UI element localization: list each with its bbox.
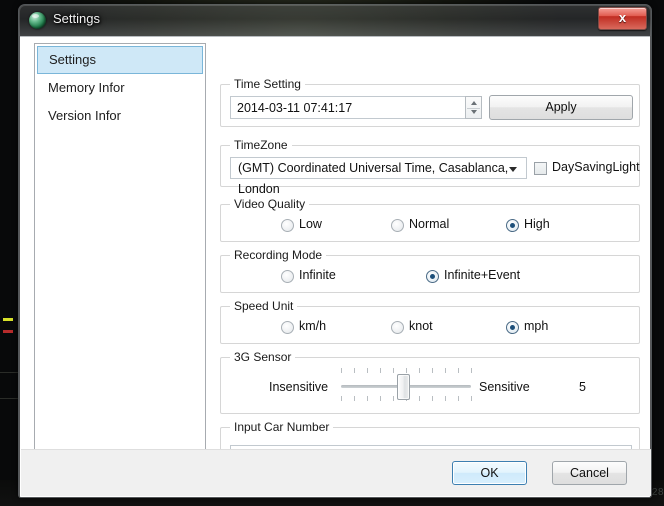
- close-icon: x: [618, 10, 627, 25]
- group-legend: TimeZone: [230, 138, 292, 152]
- timezone-selected-value: (GMT) Coordinated Universal Time, Casabl…: [238, 161, 509, 196]
- radio-indicator: [281, 219, 294, 232]
- group-g-sensor: 3G Sensor Insensitive Sensitive 5: [220, 350, 640, 414]
- sidebar-item-label: Memory Infor: [48, 80, 125, 95]
- slider-ticks-top: [341, 368, 472, 373]
- sidebar-item-label: Settings: [49, 52, 96, 67]
- settings-window: Settings x Settings Memory Infor Version…: [18, 4, 652, 498]
- slider-tick: [367, 396, 368, 401]
- close-button[interactable]: x: [598, 7, 647, 30]
- sidebar-nav: Settings Memory Infor Version Infor: [34, 43, 206, 471]
- radio-label: High: [524, 217, 550, 231]
- radio-label: Infinite+Event: [444, 268, 521, 282]
- slider-tick: [341, 396, 342, 401]
- dialog-footer: OK Cancel: [21, 449, 651, 496]
- g-sensor-slider-thumb[interactable]: [397, 374, 410, 400]
- g-sensor-value: 5: [579, 380, 586, 394]
- group-video-quality: Video Quality Low Normal High: [220, 197, 640, 242]
- radio-label: knot: [409, 319, 433, 333]
- chevron-down-icon: [509, 167, 517, 172]
- slider-tick: [393, 396, 394, 401]
- radio-indicator: [391, 321, 404, 334]
- group-speed-unit: Speed Unit km/h knot mph: [220, 299, 640, 344]
- slider-tick: [354, 368, 355, 373]
- radio-label: Normal: [409, 217, 450, 231]
- bg-line-2: [0, 398, 18, 399]
- radio-label: Infinite: [299, 268, 336, 282]
- chevron-up-icon: [470, 101, 477, 105]
- slider-tick: [458, 368, 459, 373]
- slider-tick: [419, 396, 420, 401]
- g-sensor-min-label: Insensitive: [269, 380, 329, 394]
- slider-tick: [341, 368, 342, 373]
- window-title: Settings: [53, 11, 100, 26]
- radio-indicator: [506, 219, 519, 232]
- radio-indicator: [281, 270, 294, 283]
- radio-label: mph: [524, 319, 549, 333]
- radio-indicator: [391, 219, 404, 232]
- radio-indicator: [281, 321, 294, 334]
- sidebar-item-version-infor[interactable]: Version Infor: [35, 102, 205, 130]
- radio-indicator: [506, 321, 519, 334]
- globe-icon: [29, 12, 46, 29]
- sidebar-item-settings[interactable]: Settings: [37, 46, 203, 74]
- group-legend: Input Car Number: [230, 420, 334, 434]
- day-saving-light-label: DaySavingLight: [552, 160, 640, 174]
- client-area: Settings Memory Infor Version Infor Time…: [20, 36, 651, 497]
- slider-tick: [445, 396, 446, 401]
- timezone-select[interactable]: (GMT) Coordinated Universal Time, Casabl…: [230, 157, 527, 196]
- slider-tick: [367, 368, 368, 373]
- group-legend: Video Quality: [230, 197, 310, 211]
- slider-tick: [471, 396, 472, 401]
- bg-line-1: [0, 372, 18, 373]
- slider-tick: [432, 368, 433, 373]
- stepper-divider: [467, 107, 480, 109]
- g-sensor-max-label: Sensitive: [479, 380, 530, 394]
- radio-label: Low: [299, 217, 322, 231]
- group-legend: 3G Sensor: [230, 350, 296, 364]
- ok-button[interactable]: OK: [452, 461, 527, 485]
- sidebar-item-label: Version Infor: [48, 108, 121, 123]
- slider-tick: [393, 368, 394, 373]
- apply-button[interactable]: Apply: [489, 95, 633, 120]
- slider-tick: [406, 368, 407, 373]
- group-legend: Time Setting: [230, 77, 305, 91]
- group-legend: Recording Mode: [230, 248, 327, 262]
- radio-indicator: [426, 270, 439, 283]
- time-input[interactable]: 2014-03-11 07:41:17: [230, 96, 466, 119]
- title-bar: Settings x: [19, 5, 651, 36]
- group-timezone: TimeZone (GMT) Coordinated Universal Tim…: [220, 138, 640, 196]
- group-time-setting: Time Setting 2014-03-11 07:41:17 Apply: [220, 77, 640, 127]
- slider-tick: [380, 368, 381, 373]
- group-legend: Speed Unit: [230, 299, 298, 313]
- bg-indicator-red: [3, 330, 13, 333]
- checkbox-box: [534, 162, 547, 175]
- slider-tick: [445, 368, 446, 373]
- time-stepper[interactable]: [465, 96, 482, 119]
- chevron-down-icon: [470, 110, 477, 114]
- slider-tick: [471, 368, 472, 373]
- settings-panel: Time Setting 2014-03-11 07:41:17 Apply T…: [210, 37, 648, 481]
- slider-tick: [432, 396, 433, 401]
- group-recording-mode: Recording Mode Infinite Infinite+Event: [220, 248, 640, 293]
- bg-indicator-yellow: [3, 318, 13, 321]
- sidebar-item-memory-infor[interactable]: Memory Infor: [35, 74, 205, 102]
- cancel-button[interactable]: Cancel: [552, 461, 627, 485]
- slider-tick: [380, 396, 381, 401]
- slider-tick: [354, 396, 355, 401]
- radio-label: km/h: [299, 319, 327, 333]
- slider-tick: [419, 368, 420, 373]
- slider-tick: [458, 396, 459, 401]
